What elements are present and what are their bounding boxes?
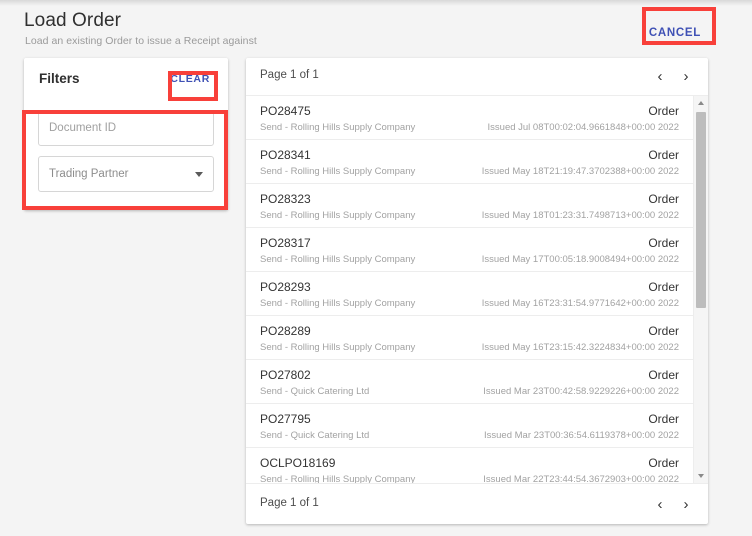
order-row[interactable]: PO28317 Send - Rolling Hills Supply Compa…	[246, 228, 693, 272]
order-type: Order	[648, 456, 679, 470]
order-issued-timestamp: Issued May 17T00:05:18.9008494+00:00 202…	[481, 254, 679, 265]
cancel-button[interactable]: CANCEL	[633, 18, 716, 48]
document-id-input[interactable]	[39, 111, 213, 145]
order-issued-timestamp: Issued Jul 08T00:02:04.9661848+00:00 202…	[487, 122, 679, 133]
next-page-button-top[interactable]: ›	[674, 63, 698, 89]
order-issued-timestamp: Issued Mar 23T00:42:58.9229226+00:00 202…	[483, 386, 679, 397]
pagination-controls-top: ‹ ›	[648, 63, 698, 89]
order-id: PO28289	[260, 324, 311, 338]
page-subtitle: Load an existing Order to issue a Receip…	[25, 35, 257, 47]
order-row[interactable]: PO28341 Send - Rolling Hills Supply Compa…	[246, 140, 693, 184]
order-type: Order	[648, 412, 679, 426]
order-issued-timestamp: Issued May 16T23:31:54.9771642+00:00 202…	[481, 298, 679, 309]
order-row[interactable]: PO27795 Send - Quick Catering Ltd Order Iss…	[246, 404, 693, 448]
clear-filters-button[interactable]: CLEAR	[162, 67, 218, 91]
filters-header: Filters CLEAR	[24, 58, 228, 102]
page-indicator-top: Page 1 of 1	[260, 69, 319, 81]
order-partner: Send - Quick Catering Ltd	[260, 430, 370, 441]
previous-page-button-bottom[interactable]: ‹	[648, 491, 672, 517]
order-type: Order	[648, 324, 679, 338]
order-id: OCLPO18169	[260, 456, 336, 470]
order-partner: Send - Rolling Hills Supply Company	[260, 254, 416, 265]
order-row[interactable]: PO27802 Send - Quick Catering Ltd Order Iss…	[246, 360, 693, 404]
order-type: Order	[648, 368, 679, 382]
page-title: Load Order	[24, 10, 122, 31]
order-type: Order	[648, 280, 679, 294]
load-order-page: Load Order Load an existing Order to iss…	[0, 0, 752, 536]
order-partner: Send - Rolling Hills Supply Company	[260, 166, 416, 177]
order-partner: Send - Quick Catering Ltd	[260, 386, 370, 397]
document-id-field[interactable]	[38, 110, 214, 146]
order-partner: Send - Rolling Hills Supply Company	[260, 342, 416, 353]
pagination-controls-bottom: ‹ ›	[648, 491, 698, 517]
order-row[interactable]: PO28289 Send - Rolling Hills Supply Compa…	[246, 316, 693, 360]
order-type: Order	[648, 236, 679, 250]
order-id: PO28475	[260, 104, 311, 118]
page-indicator-bottom: Page 1 of 1	[260, 497, 319, 509]
order-partner: Send - Rolling Hills Supply Company	[260, 298, 416, 309]
order-issued-timestamp: Issued Mar 23T00:36:54.6119378+00:00 202…	[484, 430, 679, 441]
order-id: PO28317	[260, 236, 311, 250]
trading-partner-label: Trading Partner	[49, 168, 129, 180]
order-row[interactable]: PO28475 Send - Rolling Hills Supply Compa…	[246, 96, 693, 140]
next-page-button-bottom[interactable]: ›	[674, 491, 698, 517]
order-type: Order	[648, 192, 679, 206]
cancel-button-wrapper: CANCEL	[633, 18, 716, 48]
order-row[interactable]: OCLPO18169 Send - Rolling Hills Supply Co…	[246, 448, 693, 483]
order-issued-timestamp: Issued May 18T21:19:47.3702388+00:00 202…	[481, 166, 679, 177]
order-type: Order	[648, 148, 679, 162]
order-id: PO28293	[260, 280, 311, 294]
order-issued-timestamp: Issued May 16T23:15:42.3224834+00:00 202…	[481, 342, 679, 353]
order-id: PO27802	[260, 368, 311, 382]
filters-title: Filters	[39, 71, 80, 86]
order-id: PO28323	[260, 192, 311, 206]
order-partner: Send - Rolling Hills Supply Company	[260, 122, 416, 133]
filters-body: Trading Partner	[24, 102, 228, 210]
order-list-scrollbar[interactable]	[693, 96, 708, 483]
scroll-up-arrow-icon[interactable]	[694, 96, 708, 110]
filters-card: Filters CLEAR Trading Partner	[24, 58, 228, 210]
order-id: PO28341	[260, 148, 311, 162]
scroll-down-arrow-icon[interactable]	[694, 469, 708, 483]
order-issued-timestamp: Issued Mar 22T23:44:54.3672903+00:00 202…	[483, 474, 679, 483]
chevron-down-icon	[195, 171, 203, 177]
order-row[interactable]: PO28293 Send - Rolling Hills Supply Compa…	[246, 272, 693, 316]
order-id: PO27795	[260, 412, 311, 426]
order-partner: Send - Rolling Hills Supply Company	[260, 474, 416, 483]
order-issued-timestamp: Issued May 18T01:23:31.7498713+00:00 202…	[481, 210, 679, 221]
pagination-top: Page 1 of 1 ‹ ›	[246, 58, 708, 96]
previous-page-button-top[interactable]: ‹	[648, 63, 672, 89]
scrollbar-thumb[interactable]	[696, 112, 706, 308]
order-list-scroll-region: PO28475 Send - Rolling Hills Supply Compa…	[246, 96, 708, 483]
order-row[interactable]: PO28323 Send - Rolling Hills Supply Compa…	[246, 184, 693, 228]
page-header: Load Order Load an existing Order to iss…	[0, 6, 752, 56]
order-partner: Send - Rolling Hills Supply Company	[260, 210, 416, 221]
results-card: Page 1 of 1 ‹ › PO28475 Send - Rolling Hi…	[246, 58, 708, 524]
order-list: PO28475 Send - Rolling Hills Supply Compa…	[246, 96, 693, 483]
order-type: Order	[648, 104, 679, 118]
trading-partner-select[interactable]: Trading Partner	[38, 156, 214, 192]
pagination-bottom: Page 1 of 1 ‹ ›	[246, 483, 708, 524]
